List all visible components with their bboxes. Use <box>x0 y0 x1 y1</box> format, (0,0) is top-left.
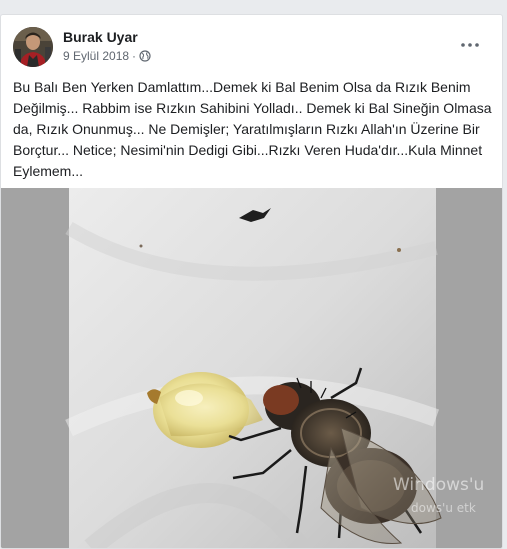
meta-separator: · <box>132 49 137 63</box>
watermark-line2: dows'u etk <box>411 501 476 515</box>
post-card: Burak Uyar 9 Eylül 2018 · Bu Balı Ben Ye… <box>0 14 503 549</box>
more-options-icon[interactable] <box>458 35 482 55</box>
fly-on-honey-photo: Windows'u dows'u etk <box>1 188 502 548</box>
avatar[interactable] <box>13 27 53 67</box>
watermark-line1: Windows'u <box>393 475 484 495</box>
globe-icon[interactable] <box>139 50 151 62</box>
avatar-image <box>13 27 53 67</box>
post-meta: 9 Eylül 2018 · <box>63 49 151 63</box>
post-header: Burak Uyar 9 Eylül 2018 · <box>13 27 490 69</box>
post-date[interactable]: 9 Eylül 2018 <box>63 49 129 63</box>
post-text: Bu Balı Ben Yerken Damlattım...Demek ki … <box>13 79 492 179</box>
author-name[interactable]: Burak Uyar <box>63 29 138 45</box>
post-photo[interactable]: Windows'u dows'u etk <box>1 188 502 548</box>
